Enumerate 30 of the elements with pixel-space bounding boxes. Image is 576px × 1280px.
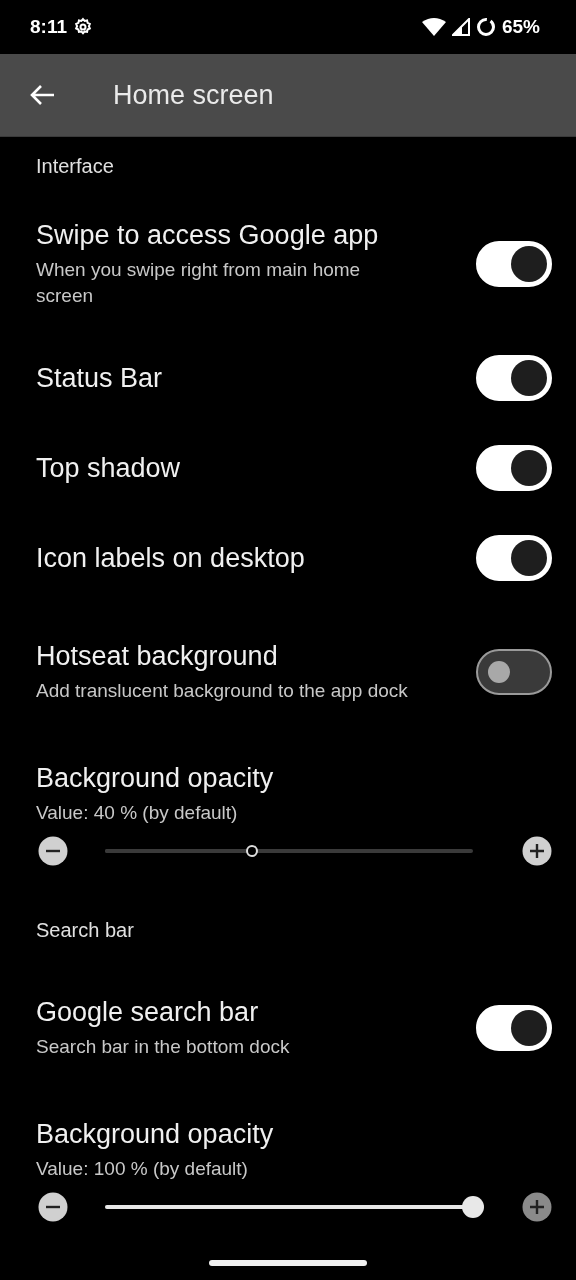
plus-button[interactable] [522, 836, 552, 866]
setting-title: Icon labels on desktop [36, 542, 305, 574]
gesture-handle[interactable] [209, 1260, 367, 1266]
minus-button[interactable] [38, 1192, 68, 1222]
screen-title: Home screen [113, 79, 274, 111]
setting-title: Status Bar [36, 362, 163, 394]
battery-saver-icon [475, 17, 496, 37]
setting-title: Google search bar [36, 996, 260, 1028]
setting-description: Add translucent background to the app dock [36, 678, 408, 703]
setting-value: Value: 100 % (by default) [36, 1157, 249, 1181]
setting-title: Background opacity [36, 1119, 275, 1150]
setting-title: Background opacity [36, 763, 275, 794]
slider-thumb[interactable] [462, 1196, 484, 1218]
setting-description: When you swipe right from main home screen [36, 257, 362, 308]
setting-value: Value: 40 % (by default) [36, 801, 239, 825]
section-header: Search bar [36, 918, 134, 942]
minus-button[interactable] [38, 836, 68, 866]
back-arrow-icon[interactable] [29, 84, 55, 106]
section-header: Interface [36, 154, 114, 178]
settings-icon [73, 17, 93, 37]
setting-title: Top shadow [36, 452, 181, 484]
battery-percent: 65% [501, 16, 540, 38]
setting-title: Swipe to access Google app [36, 219, 380, 251]
wifi-icon [421, 18, 446, 36]
plus-button[interactable] [522, 1192, 552, 1222]
status-time: 8:11 [30, 16, 67, 38]
signal-icon [451, 18, 470, 36]
setting-description: Search bar in the bottom dock [36, 1034, 290, 1059]
setting-title: Hotseat background [36, 640, 279, 672]
toggle-switch[interactable] [476, 649, 552, 695]
